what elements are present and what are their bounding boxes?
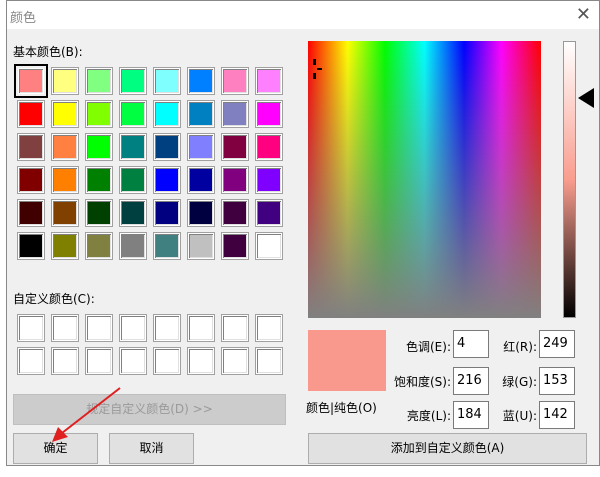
annotation-arrow-icon — [52, 387, 121, 442]
